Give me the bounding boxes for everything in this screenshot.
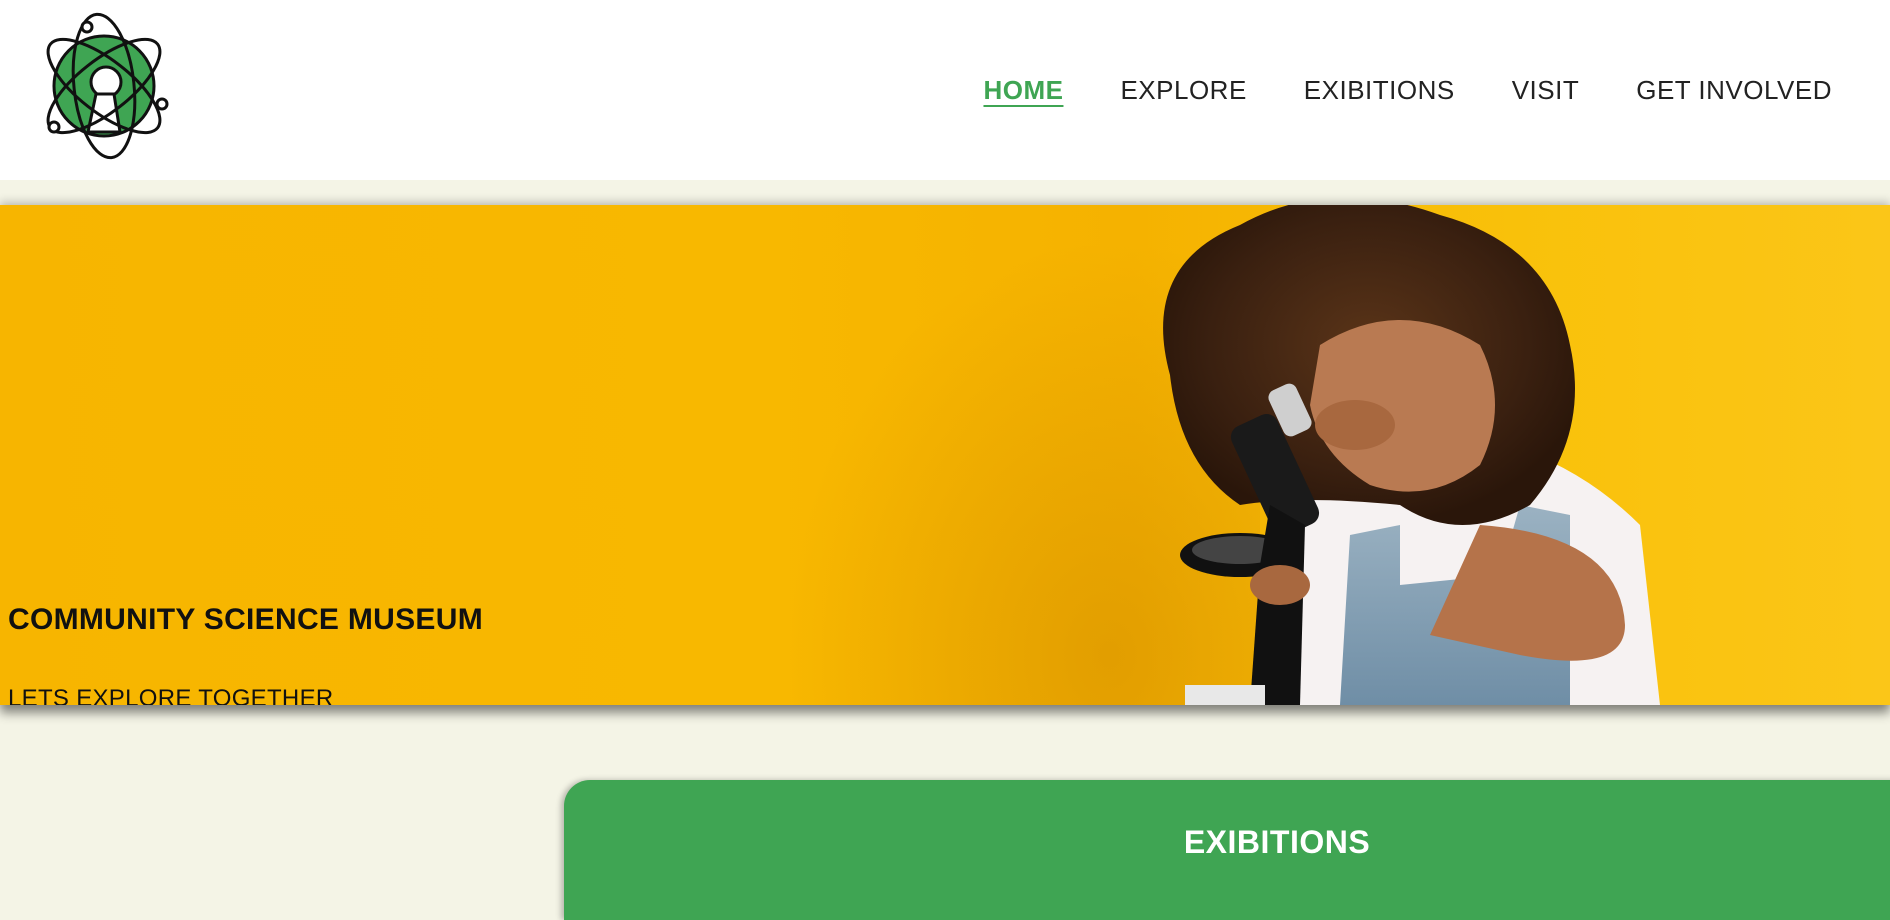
hero-title: COMMUNITY SCIENCE MUSEUM xyxy=(8,603,483,636)
exibitions-section-title: EXIBITIONS xyxy=(1183,824,1371,860)
atom-keyhole-logo-icon[interactable] xyxy=(34,10,174,162)
hero-banner: COMMUNITY SCIENCE MUSEUM LETS EXPLORE TO… xyxy=(0,205,1890,705)
hero-image-girl-microscope xyxy=(1163,205,1660,705)
nav-item-exibitions[interactable]: EXIBITIONS xyxy=(1304,72,1455,108)
nav-item-home[interactable]: HOME xyxy=(983,72,1063,108)
nav-item-visit[interactable]: VISIT xyxy=(1512,72,1580,108)
nav-item-explore[interactable]: EXPLORE xyxy=(1120,72,1246,108)
nav-item-get-involved[interactable]: GET INVOLVED xyxy=(1636,72,1832,108)
site-header: HOME EXPLORE EXIBITIONS VISIT GET INVOLV… xyxy=(0,0,1890,180)
main-navigation: HOME EXPLORE EXIBITIONS VISIT GET INVOLV… xyxy=(983,72,1832,108)
hero-subtitle: LETS EXPLORE TOGETHER xyxy=(8,685,334,705)
